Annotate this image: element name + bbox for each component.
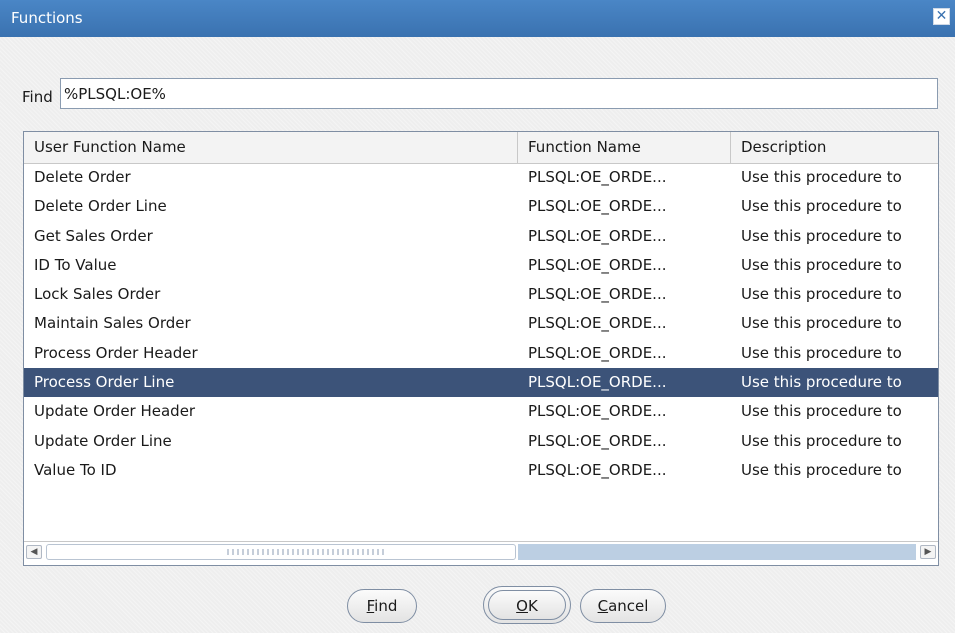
cell-user-function-name: Delete Order <box>34 168 131 186</box>
table-row[interactable]: Process Order Header PLSQL:OE_ORDE... Use … <box>24 339 938 368</box>
cell-function-name: PLSQL:OE_ORDE... <box>528 460 667 479</box>
cancel-label-rest: ancel <box>608 597 649 615</box>
cell-function-name: PLSQL:OE_ORDE... <box>528 373 667 392</box>
scroll-right-icon[interactable]: ▶ <box>920 545 936 559</box>
cell-user-function-name: Process Order Line <box>34 373 175 392</box>
dialog-title: Functions <box>11 9 83 27</box>
results-grid: User Function Name Function Name Descrip… <box>23 131 939 566</box>
scroll-thumb[interactable] <box>46 544 516 560</box>
table-row[interactable]: ID To Value PLSQL:OE_ORDE... Use this proc… <box>24 251 938 280</box>
grid-header: User Function Name Function Name Descrip… <box>24 132 938 164</box>
horizontal-scrollbar[interactable]: ◀ ▶ <box>24 541 938 562</box>
column-header-user-function-name[interactable]: User Function Name <box>24 132 518 163</box>
cell-function-name: PLSQL:OE_ORDE... <box>528 402 667 421</box>
ok-button[interactable]: OK <box>483 586 571 624</box>
cell-description: Use this procedure to <box>741 285 902 304</box>
cell-description: Use this procedure to <box>741 402 902 421</box>
column-header-function-name[interactable]: Function Name <box>518 132 731 163</box>
cell-description: Use this procedure to <box>741 460 902 479</box>
cell-description: Use this procedure to <box>741 168 902 186</box>
cell-user-function-name: ID To Value <box>34 255 117 274</box>
scroll-left-icon[interactable]: ◀ <box>26 545 42 559</box>
cell-description: Use this procedure to <box>741 314 902 333</box>
find-input[interactable] <box>60 78 938 109</box>
cell-description: Use this procedure to <box>741 255 902 274</box>
cell-function-name: PLSQL:OE_ORDE... <box>528 343 667 362</box>
scroll-track[interactable] <box>518 544 916 560</box>
functions-dialog: Functions ✕ Find User Function Name Func… <box>0 0 955 633</box>
cell-function-name: PLSQL:OE_ORDE... <box>528 226 667 245</box>
ok-mnemonic: O <box>516 597 528 615</box>
cell-description: Use this procedure to <box>741 343 902 362</box>
scroll-grip <box>227 549 387 555</box>
cell-description: Use this procedure to <box>741 197 902 216</box>
cell-user-function-name: Update Order Header <box>34 402 196 421</box>
cell-description: Use this procedure to <box>741 373 902 392</box>
ok-button-focus-ring: OK <box>488 590 566 620</box>
cancel-button[interactable]: Cancel <box>580 589 666 623</box>
title-bar[interactable]: Functions ✕ <box>0 0 955 37</box>
cell-function-name: PLSQL:OE_ORDE... <box>528 168 667 186</box>
table-row[interactable]: Get Sales Order PLSQL:OE_ORDE... Use this … <box>24 222 938 251</box>
cell-description: Use this procedure to <box>741 431 902 450</box>
cell-function-name: PLSQL:OE_ORDE... <box>528 285 667 304</box>
table-row[interactable]: Update Order Header PLSQL:OE_ORDE... Use t… <box>24 397 938 426</box>
find-button[interactable]: Find <box>347 589 417 623</box>
column-header-description[interactable]: Description <box>731 132 938 163</box>
cell-user-function-name: Update Order Line <box>34 431 172 450</box>
cell-function-name: PLSQL:OE_ORDE... <box>528 431 667 450</box>
cell-function-name: PLSQL:OE_ORDE... <box>528 314 667 333</box>
table-row[interactable]: Delete Order Line PLSQL:OE_ORDE... Use thi… <box>24 192 938 221</box>
cancel-mnemonic: C <box>597 597 609 615</box>
ok-label-rest: K <box>527 597 538 615</box>
cell-function-name: PLSQL:OE_ORDE... <box>528 255 667 274</box>
grid-rows: Delete Order PLSQL:OE_ORDE... Use this pro… <box>24 163 938 485</box>
find-label: Find <box>22 88 53 106</box>
table-row[interactable]: Maintain Sales Order PLSQL:OE_ORDE... Use … <box>24 309 938 338</box>
cell-description: Use this procedure to <box>741 226 902 245</box>
cell-user-function-name: Get Sales Order <box>34 226 153 245</box>
find-label-rest: ind <box>374 597 398 615</box>
table-row[interactable]: Process Order Line PLSQL:OE_ORDE... Use th… <box>24 368 938 398</box>
cell-function-name: PLSQL:OE_ORDE... <box>528 197 667 216</box>
table-row[interactable]: Update Order Line PLSQL:OE_ORDE... Use thi… <box>24 427 938 456</box>
table-row[interactable]: Value To ID PLSQL:OE_ORDE... Use this proc… <box>24 456 938 485</box>
cell-user-function-name: Lock Sales Order <box>34 285 161 304</box>
table-row[interactable]: Delete Order PLSQL:OE_ORDE... Use this pro… <box>24 163 938 192</box>
cell-user-function-name: Value To ID <box>34 460 117 479</box>
cell-user-function-name: Process Order Header <box>34 343 198 362</box>
cell-user-function-name: Maintain Sales Order <box>34 314 191 333</box>
table-row[interactable]: Lock Sales Order PLSQL:OE_ORDE... Use this… <box>24 280 938 309</box>
cell-user-function-name: Delete Order Line <box>34 197 167 216</box>
close-icon[interactable]: ✕ <box>933 8 950 25</box>
